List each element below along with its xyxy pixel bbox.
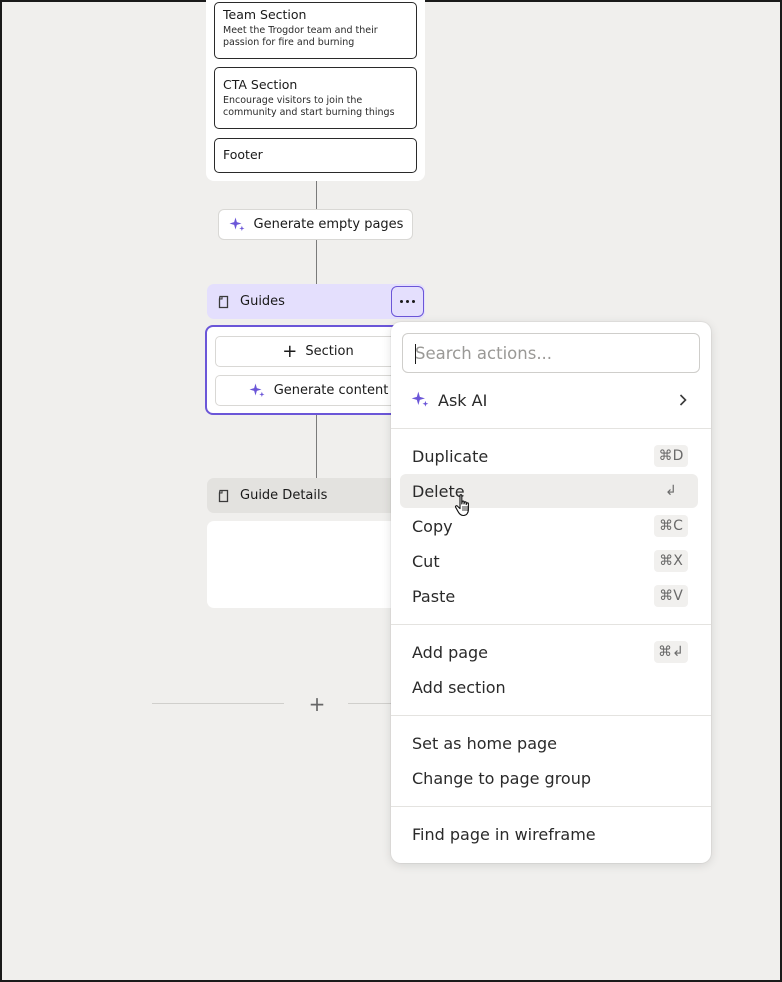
menu-item-add-page[interactable]: Add page ⌘↲: [400, 635, 698, 669]
generate-empty-pages-button[interactable]: Generate empty pages: [218, 209, 413, 240]
section-team[interactable]: Team Section Meet the Trogdor team and t…: [214, 2, 417, 59]
shortcut-badge: ↲: [665, 483, 677, 499]
page-title: Guides: [240, 294, 285, 309]
connector-line: [316, 240, 317, 284]
menu-divider: [391, 715, 711, 716]
menu-divider: [391, 428, 711, 429]
menu-item-label: Duplicate: [412, 446, 489, 466]
ellipsis-icon: [399, 299, 417, 304]
menu-item-label: Copy: [412, 516, 453, 536]
generate-empty-pages-label: Generate empty pages: [253, 217, 404, 232]
menu-divider: [391, 806, 711, 807]
shortcut-badge: ⌘D: [654, 445, 688, 467]
shortcut-badge: ⌘V: [654, 585, 688, 607]
menu-item-find-page-in-wireframe[interactable]: Find page in wireframe: [400, 817, 698, 851]
menu-item-label: Ask AI: [438, 390, 488, 410]
divider-line: [348, 703, 392, 704]
connector-line: [316, 415, 317, 478]
sparkle-icon: [411, 391, 429, 407]
actions-context-menu: Ask AI Duplicate ⌘D Delete ↲ Copy ⌘C Cut…: [391, 322, 711, 863]
menu-item-add-section[interactable]: Add section: [400, 670, 698, 704]
page-icon: [218, 489, 229, 502]
menu-item-label: Paste: [412, 586, 456, 606]
sparkle-icon: [249, 383, 265, 397]
menu-item-label: Add page: [412, 642, 489, 662]
plus-icon: +: [282, 340, 298, 362]
menu-item-label: Cut: [412, 551, 440, 571]
sparkle-icon: [229, 217, 245, 231]
search-box[interactable]: [402, 333, 700, 373]
section-description: Encourage visitors to join the community…: [223, 95, 395, 118]
menu-item-cut[interactable]: Cut ⌘X: [400, 544, 698, 578]
menu-item-change-to-page-group[interactable]: Change to page group: [400, 761, 698, 795]
more-options-button[interactable]: [391, 286, 424, 317]
menu-item-ask-ai[interactable]: Ask AI: [400, 383, 698, 417]
divider-line: [152, 703, 284, 704]
menu-item-label: Add section: [412, 677, 506, 697]
shortcut-badge: ⌘↲: [654, 641, 688, 663]
menu-item-label: Set as home page: [412, 733, 557, 753]
menu-item-label: Find page in wireframe: [412, 824, 596, 844]
menu-item-copy[interactable]: Copy ⌘C: [400, 509, 698, 543]
page-icon: [218, 295, 229, 308]
home-page-card: Team Section Meet the Trogdor team and t…: [206, 0, 425, 181]
menu-divider: [391, 624, 711, 625]
hand-pointer-cursor-icon: [454, 494, 469, 517]
shortcut-badge: ⌘C: [654, 515, 688, 537]
menu-item-paste[interactable]: Paste ⌘V: [400, 579, 698, 613]
section-description: Meet the Trogdor team and their passion …: [223, 25, 378, 48]
menu-item-delete[interactable]: Delete ↲: [400, 474, 698, 508]
section-cta[interactable]: CTA Section Encourage visitors to join t…: [214, 67, 417, 129]
page-title: Guide Details: [240, 488, 328, 503]
add-section-label: Section: [305, 344, 354, 359]
menu-item-duplicate[interactable]: Duplicate ⌘D: [400, 439, 698, 473]
section-footer[interactable]: Footer: [214, 138, 417, 173]
section-title: CTA Section: [223, 77, 298, 92]
connector-line: [316, 181, 317, 209]
search-actions-input[interactable]: [403, 334, 699, 372]
generate-content-label: Generate content: [273, 383, 389, 398]
add-page-plus-button[interactable]: +: [307, 692, 327, 716]
section-title: Team Section: [223, 7, 307, 22]
chevron-right-icon: [679, 394, 687, 406]
section-title: Footer: [223, 147, 263, 162]
menu-item-set-home-page[interactable]: Set as home page: [400, 726, 698, 760]
menu-item-label: Change to page group: [412, 768, 592, 788]
text-caret: [415, 344, 416, 364]
shortcut-badge: ⌘X: [654, 550, 688, 572]
